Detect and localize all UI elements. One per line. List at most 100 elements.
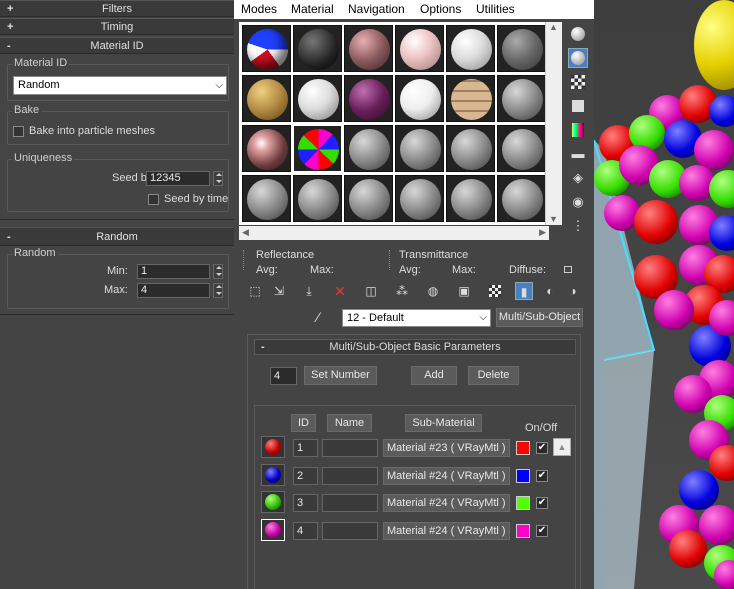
scroll-down-icon[interactable]: ▼ <box>549 214 558 224</box>
sample-slot[interactable] <box>242 75 291 122</box>
rollout-random[interactable]: - Random <box>0 227 234 246</box>
row-3-name[interactable] <box>322 494 378 512</box>
menu-options[interactable]: Options <box>420 2 461 16</box>
show-map-in-viewport-icon[interactable] <box>486 282 504 300</box>
sample-slot[interactable] <box>242 125 291 172</box>
delete-button[interactable]: Delete <box>468 366 519 385</box>
sample-slot[interactable] <box>293 175 342 222</box>
row-3-color-swatch[interactable] <box>516 496 530 510</box>
row-2-id[interactable]: 2 <box>293 467 318 485</box>
sample-slot-active[interactable] <box>293 125 342 172</box>
row-1-onoff-checkbox[interactable]: ✔ <box>536 442 548 454</box>
row-4-onoff-checkbox[interactable]: ✔ <box>536 525 548 537</box>
max-spinner-field[interactable]: 4 <box>137 283 210 298</box>
make-preview-icon[interactable]: ▬ <box>568 144 588 164</box>
row-4-color-swatch[interactable] <box>516 524 530 538</box>
sample-slot[interactable] <box>395 125 444 172</box>
sample-uv-tiling-icon[interactable] <box>568 96 588 116</box>
get-material-icon[interactable]: ⬚ <box>246 282 264 300</box>
sample-slot[interactable] <box>497 125 546 172</box>
go-to-parent-icon[interactable]: ◐ <box>541 282 559 300</box>
background-checker-icon[interactable] <box>568 72 588 92</box>
sample-slot[interactable] <box>344 25 393 72</box>
viewport-render[interactable] <box>594 0 734 589</box>
scroll-right-icon[interactable]: ▶ <box>539 227 546 238</box>
go-forward-sibling-icon[interactable]: ◑ <box>564 282 582 300</box>
eyedropper-icon[interactable]: ⁄ <box>317 309 333 325</box>
row-3-preview[interactable] <box>261 491 285 513</box>
put-material-to-scene-icon[interactable]: ⇲ <box>270 282 288 300</box>
min-spinner-field[interactable]: 1 <box>137 264 210 279</box>
sample-slot[interactable] <box>446 175 495 222</box>
material-type-button[interactable]: Multi/Sub-Object <box>496 308 583 327</box>
menu-modes[interactable]: Modes <box>241 2 277 16</box>
sample-slot[interactable] <box>344 75 393 122</box>
sample-slot[interactable] <box>344 125 393 172</box>
sample-slot[interactable] <box>446 75 495 122</box>
seed-spinner-field[interactable]: 12345 <box>146 171 210 186</box>
menu-navigation[interactable]: Navigation <box>348 2 405 16</box>
material-id-dropdown[interactable]: Random ⌵ <box>13 76 227 95</box>
rollout-material-id[interactable]: - Material ID <box>0 37 234 54</box>
rollout-filters[interactable]: + Filters <box>0 0 234 17</box>
column-submaterial-button[interactable]: Sub-Material <box>405 414 482 432</box>
row-1-preview[interactable] <box>261 436 285 458</box>
row-1-id[interactable]: 1 <box>293 439 318 457</box>
menu-material[interactable]: Material <box>291 2 334 16</box>
menu-utilities[interactable]: Utilities <box>476 2 515 16</box>
seed-by-time-checkbox[interactable] <box>148 194 159 205</box>
material-id-channel-icon[interactable]: ▣ <box>455 282 473 300</box>
rollout-timing[interactable]: + Timing <box>0 18 234 35</box>
row-3-onoff-checkbox[interactable]: ✔ <box>536 497 548 509</box>
backlight-icon[interactable] <box>568 48 588 68</box>
bake-checkbox[interactable] <box>13 126 24 137</box>
row-4-id[interactable]: 4 <box>293 522 318 540</box>
scroll-left-icon[interactable]: ◀ <box>242 227 249 238</box>
row-1-color-swatch[interactable] <box>516 441 530 455</box>
column-name-button[interactable]: Name <box>327 414 372 432</box>
sample-slot[interactable] <box>395 175 444 222</box>
set-number-button[interactable]: Set Number <box>304 366 377 385</box>
sample-slot[interactable] <box>497 25 546 72</box>
sample-slot[interactable] <box>395 25 444 72</box>
table-scroll-up-icon[interactable]: ▲ <box>553 438 571 456</box>
add-button[interactable]: Add <box>411 366 457 385</box>
row-2-name[interactable] <box>322 467 378 485</box>
reset-map-icon[interactable]: ✕ <box>331 282 349 300</box>
sample-slot[interactable] <box>293 25 342 72</box>
sample-slot[interactable] <box>344 175 393 222</box>
sample-slot[interactable] <box>446 125 495 172</box>
options-icon[interactable]: ◈ <box>568 168 588 188</box>
sample-slot[interactable] <box>395 75 444 122</box>
row-3-id[interactable]: 3 <box>293 494 318 512</box>
row-2-preview[interactable] <box>261 464 285 486</box>
material-map-navigator-icon[interactable]: ⋮ <box>568 216 588 236</box>
row-4-name[interactable] <box>322 522 378 540</box>
row-2-onoff-checkbox[interactable]: ✔ <box>536 470 548 482</box>
row-4-preview[interactable] <box>261 519 285 541</box>
assign-material-icon[interactable]: ⤓ <box>300 282 318 300</box>
slots-horizontal-scrollbar[interactable]: ◀ ▶ <box>239 226 549 240</box>
sample-slot[interactable] <box>446 25 495 72</box>
make-unique-icon[interactable]: ⁂ <box>393 282 411 300</box>
seed-spinner-arrows[interactable] <box>213 171 223 186</box>
row-1-submaterial-button[interactable]: Material #23 ( VRayMtl ) <box>383 439 510 457</box>
show-end-result-icon[interactable]: ▮ <box>515 282 533 300</box>
number-of-materials-field[interactable]: 4 <box>270 367 297 385</box>
row-2-color-swatch[interactable] <box>516 469 530 483</box>
sample-slot[interactable] <box>497 175 546 222</box>
multi-sub-header[interactable]: - Multi/Sub-Object Basic Parameters <box>254 339 576 355</box>
scroll-up-icon[interactable]: ▲ <box>549 22 558 32</box>
row-3-submaterial-button[interactable]: Material #24 ( VRayMtl ) <box>383 494 510 512</box>
sample-slot[interactable] <box>293 75 342 122</box>
material-name-dropdown[interactable]: 12 - Default ⌵ <box>342 309 491 327</box>
row-1-name[interactable] <box>322 439 378 457</box>
row-4-submaterial-button[interactable]: Material #24 ( VRayMtl ) <box>383 522 510 540</box>
row-2-submaterial-button[interactable]: Material #24 ( VRayMtl ) <box>383 467 510 485</box>
sample-slot[interactable] <box>242 25 291 72</box>
min-spinner-arrows[interactable] <box>213 264 223 279</box>
max-spinner-arrows[interactable] <box>213 283 223 298</box>
copy-material-icon[interactable]: ◫ <box>362 282 380 300</box>
column-id-button[interactable]: ID <box>291 414 316 432</box>
sample-slot[interactable] <box>497 75 546 122</box>
